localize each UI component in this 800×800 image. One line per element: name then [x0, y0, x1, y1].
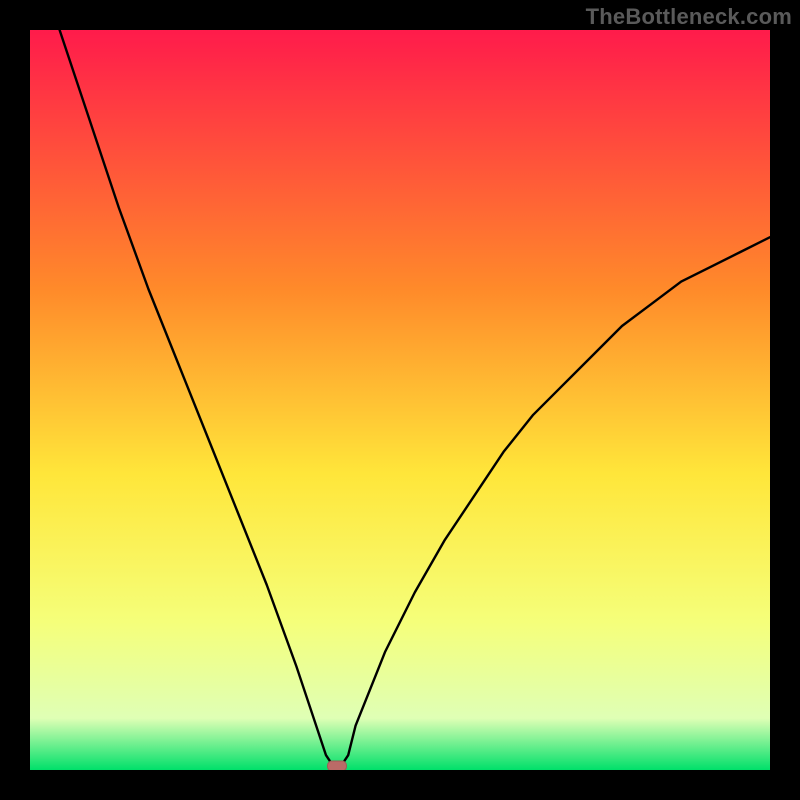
plot-svg — [30, 30, 770, 770]
chart-frame: TheBottleneck.com — [0, 0, 800, 800]
gradient-background — [30, 30, 770, 770]
watermark-text: TheBottleneck.com — [586, 4, 792, 30]
plot-area — [30, 30, 770, 770]
optimal-marker — [327, 761, 347, 770]
